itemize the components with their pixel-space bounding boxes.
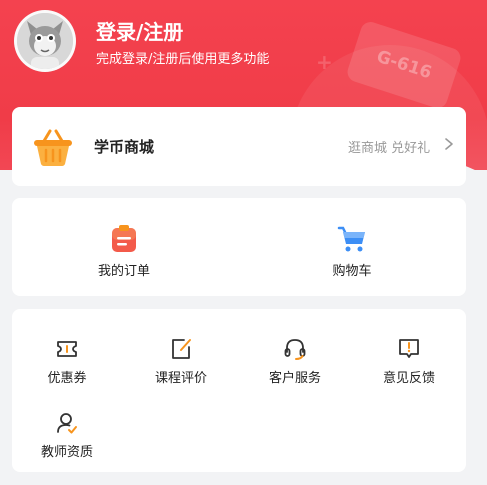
coupon-label: 优惠券 (47, 371, 87, 386)
course-review-label: 课程评价 (154, 371, 207, 386)
feedback-button[interactable]: 意见反馈 (364, 337, 454, 386)
mall-link[interactable]: 逛商城 兑好礼 (348, 137, 430, 156)
avatar-placeholder-icon (17, 13, 73, 69)
profile-page: + G-616 登录/注册 完成登录/注册后使用更多功能 学币商城 逛商城 兑好… (0, 0, 487, 485)
orders-card: 我的订单 购物车 (12, 198, 466, 296)
cart-icon (337, 226, 365, 252)
login-subtitle: 完成登录/注册后使用更多功能 (96, 52, 270, 67)
edit-icon (172, 339, 191, 359)
basket-icon (34, 129, 72, 166)
cart-button[interactable]: 购物车 (302, 224, 402, 279)
my-orders-label: 我的订单 (97, 264, 150, 279)
decorative-plus-icon: + (316, 50, 333, 74)
feedback-icon (399, 339, 419, 358)
services-card: 优惠券 课程评价 客户服务 意见反馈 教师资质 (12, 309, 466, 472)
coupon-icon (57, 341, 77, 357)
mall-title: 学币商城 (94, 138, 155, 156)
avatar[interactable] (14, 10, 76, 72)
course-review-button[interactable]: 课程评价 (136, 337, 226, 386)
feedback-label: 意见反馈 (382, 371, 435, 386)
teacher-credentials-button[interactable]: 教师资质 (22, 411, 112, 460)
order-icon (112, 225, 136, 252)
cart-label: 购物车 (332, 264, 372, 279)
teacher-credentials-label: 教师资质 (40, 445, 93, 460)
login-register-link[interactable]: 登录/注册 (96, 16, 183, 45)
headset-icon (284, 339, 306, 360)
coupon-button[interactable]: 优惠券 (22, 337, 112, 386)
chevron-right-icon (445, 138, 453, 150)
customer-service-label: 客户服务 (268, 371, 321, 386)
teacher-icon (57, 413, 77, 434)
my-orders-button[interactable]: 我的订单 (74, 224, 174, 279)
customer-service-button[interactable]: 客户服务 (250, 337, 340, 386)
coin-mall-card[interactable]: 学币商城 逛商城 兑好礼 (12, 107, 466, 186)
